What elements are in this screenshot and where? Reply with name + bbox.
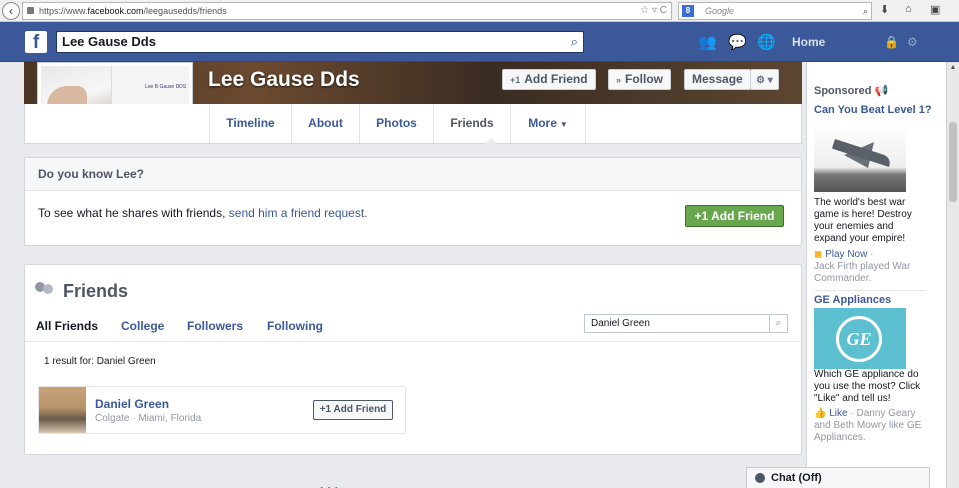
ge-logo: GE [836,316,882,362]
scroll-thumb[interactable] [949,122,957,202]
friends-search-input[interactable]: Daniel Green ⌕ [584,314,788,333]
friend-avatar[interactable] [39,387,86,433]
address-bar[interactable]: https://www.facebook.com/leegausedds/fri… [22,2,672,20]
megaphone-icon: 📢 [874,85,889,97]
follow-button[interactable]: » Follow [608,69,672,90]
tab-friends[interactable]: Friends [433,104,510,143]
add-friend-icon: +1 [694,209,712,223]
add-friend-green-button[interactable]: +1 Add Friend [685,205,784,227]
friend-card: Daniel Green Colgate · Miami, Florida +1… [38,386,406,434]
search-icon[interactable]: ⌕ [769,315,787,332]
search-icon[interactable]: ⌕ [571,32,578,52]
subtab-following[interactable]: Following [267,319,323,333]
facebook-search-input[interactable]: Lee Gause Dds ⌕ [56,31,584,53]
result-count: 1 result for: Daniel Green [44,356,156,367]
search-icon[interactable]: ⌕ [863,3,868,19]
caret-down-icon: ▼ [559,120,568,129]
tab-about[interactable]: About [291,104,359,143]
profile-tabs: Timeline About Photos Friends More ▼ [24,104,802,144]
browser-toolbar: ‹ https://www.facebook.com/leegausedds/f… [0,0,959,22]
ad1-social: Jack Firth played War Commander. [814,261,911,284]
url-domain: facebook.com [87,6,144,16]
more-options-button[interactable]: ⚙ ▾ [750,69,779,90]
game-icon: ◼ [814,249,823,260]
facebook-search-value: Lee Gause Dds [62,34,156,49]
ad1-play-now: ◼ Play Now · [814,249,874,260]
card-add-friend-button[interactable]: +1 Add Friend [313,400,393,420]
tab-photos[interactable]: Photos [359,104,433,143]
lock-icon [27,7,34,14]
home-link[interactable]: Home [792,35,825,49]
coat-embroidery: Lee B Gause DDS [145,84,187,90]
facebook-header: f Lee Gause Dds ⌕ 👥 💬 🌐 Home 🔒 ⚙ [0,22,959,62]
divider [25,341,801,342]
rss-icon: » [616,75,622,85]
profile-name[interactable]: Lee Gause Dds [208,68,360,92]
like-link[interactable]: 👍 Like [814,408,848,419]
ad2-social: 👍 Like · Danny Geary and Beth Mowry like… [814,408,922,443]
url-prefix: https://www. [39,6,88,16]
panel-heading: Do you know Lee? [25,158,801,191]
chat-label: Chat (Off) [771,472,822,484]
url-path: /leegausedds/friends [143,6,227,16]
ad2-text: Which GE appliance do you use the most? … [814,369,921,404]
ad1-text: The world's best war game is here! Destr… [814,197,912,244]
play-now-link[interactable]: Play Now [825,249,867,260]
friends-panel: Friends All Friends College Followers Fo… [24,264,802,455]
thumbs-up-icon: 👍 [814,408,827,419]
page-scrollbar[interactable]: ▲ [946,62,959,488]
search-placeholder: Google [705,6,735,16]
active-tab-arrow [485,138,497,144]
ad1-jet-image[interactable] [814,130,906,192]
friend-request-panel: Do you know Lee? To see what he shares w… [24,157,802,246]
right-sidebar: Sponsored 📢 Can You Beat Level 1? The wo… [806,62,946,488]
send-friend-request-link[interactable]: send him a friend request. [229,206,368,220]
home-icon[interactable]: ⌂ [905,3,912,15]
subtab-all-friends[interactable]: All Friends [36,319,98,333]
menu-icon[interactable]: ▣ [930,3,940,16]
message-button[interactable]: Message [684,69,751,90]
sponsored-heading: Sponsored 📢 [814,85,889,97]
chat-bar[interactable]: Chat (Off) [746,467,930,488]
scroll-up-icon[interactable]: ▲ [949,64,957,71]
facebook-logo[interactable]: f [25,31,47,53]
bookmark-star-icon[interactable]: ☆ ▿ C [640,3,667,19]
add-friend-button[interactable]: +1 Add Friend [502,69,596,90]
back-icon[interactable]: ‹ [2,2,20,20]
ad1-title[interactable]: Can You Beat Level 1? [814,104,934,117]
friends-icon [35,282,57,298]
friend-name-link[interactable]: Daniel Green [95,397,169,411]
tab-timeline[interactable]: Timeline [209,104,291,143]
notifications-icon[interactable]: 🌐 [757,33,776,51]
privacy-icon[interactable]: 🔒 [884,35,899,49]
friend-info: Colgate · Miami, Florida [95,413,202,424]
browser-search-input[interactable]: 8 Google ⌕ [678,2,872,20]
ad2-ge-image[interactable]: GE [814,308,906,369]
add-friend-icon: +1 [510,75,521,85]
settings-gear-icon[interactable]: ⚙ [907,35,918,49]
friends-heading: Friends [35,281,128,302]
panel-body: To see what he shares with friends, send… [38,206,368,220]
friend-requests-icon[interactable]: 👥 [698,33,717,51]
ad2-title[interactable]: GE Appliances [814,294,934,307]
gear-dropdown-icon: ⚙ ▾ [756,75,773,86]
messages-icon[interactable]: 💬 [728,33,747,51]
subtab-followers[interactable]: Followers [187,319,243,333]
search-engine-icon[interactable]: 8 [682,5,694,17]
tab-more[interactable]: More ▼ [510,104,586,143]
chat-icon [755,473,765,483]
download-icon[interactable]: ⬇ [880,3,889,16]
friends-search-value: Daniel Green [591,318,650,329]
add-friend-icon: +1 [319,404,334,415]
subtab-college[interactable]: College [121,319,164,333]
next-section-heading-peek: · · · [320,482,520,488]
